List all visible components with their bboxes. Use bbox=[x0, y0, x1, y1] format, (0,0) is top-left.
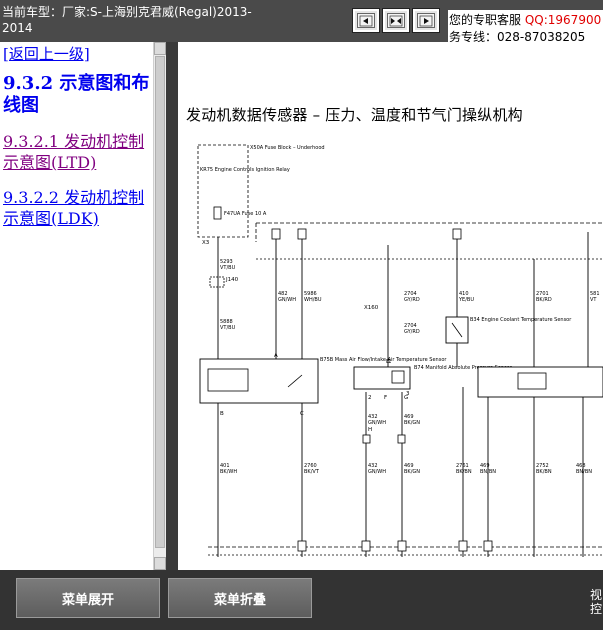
menu-item-label: 9.3.2.1 发动机控制示意图(LTD) bbox=[3, 132, 145, 172]
pin-label: A bbox=[274, 353, 278, 359]
pin-label: 1 bbox=[388, 359, 392, 365]
sidebar-content: [返回上一级] 9.3.2 示意图和布线图 9.3.2.1 发动机控制示意图(L… bbox=[0, 42, 153, 570]
menu-item-ltd-schematic[interactable]: 9.3.2.1 发动机控制示意图(LTD) bbox=[3, 131, 153, 173]
x160-label: X160 bbox=[364, 305, 379, 311]
wire-color: BK/VT bbox=[304, 469, 320, 475]
relay-label: KR75 Engine Controls Ignition Relay bbox=[200, 167, 290, 173]
current-model-title: 当前车型：厂家:S-上海别克君威(Regal)2013-2014 bbox=[2, 5, 252, 35]
wiring-diagram[interactable]: X50A Fuse Block – Underhood KR75 Engine … bbox=[178, 137, 603, 570]
wire-color: GY/RD bbox=[404, 297, 420, 303]
footer-side-text: 视控 bbox=[590, 588, 603, 616]
wire-color: GN/WH bbox=[278, 297, 296, 303]
wire-color: BK/WH bbox=[220, 469, 237, 475]
prev-page-button[interactable] bbox=[352, 8, 380, 33]
fuse-icon bbox=[213, 206, 222, 220]
sidebar-scrollbar[interactable] bbox=[153, 42, 166, 570]
app-window: 当前车型：厂家:S-上海别克君威(Regal)2013-2014 您的专职客服 … bbox=[0, 0, 603, 630]
wire-color: YE/BU bbox=[458, 297, 474, 303]
wire-color: VT bbox=[590, 297, 597, 303]
wire-color: VT/BU bbox=[220, 265, 236, 271]
connector-x3: X3 bbox=[202, 240, 210, 246]
collapse-menu-button[interactable]: 菜单折叠 bbox=[168, 578, 312, 618]
service-label: 您的专职客服 bbox=[449, 13, 522, 27]
j140-box bbox=[209, 276, 225, 288]
scroll-up-icon[interactable] bbox=[154, 42, 166, 55]
scrollbar-thumb[interactable] bbox=[155, 56, 165, 548]
b75b-sensor-box[interactable] bbox=[199, 358, 319, 404]
throttle-module-box[interactable] bbox=[477, 366, 603, 398]
service-qq[interactable]: QQ:1967900 bbox=[525, 13, 601, 27]
arrow-right-icon bbox=[419, 15, 433, 26]
section-heading: 9.3.2 示意图和布线图 bbox=[3, 73, 150, 116]
wire-color: BN/BN bbox=[576, 469, 592, 475]
restore-view-button[interactable] bbox=[382, 8, 410, 33]
arrows-in-icon bbox=[389, 15, 403, 26]
menu-item-ldk-schematic[interactable]: 9.3.2.2 发动机控制示意图(LDK) bbox=[3, 187, 153, 229]
back-link[interactable]: [返回上一级] bbox=[3, 45, 153, 63]
pin-label: C bbox=[300, 411, 304, 417]
wire-color: GY/RD bbox=[404, 329, 420, 335]
b75b-label: B75B Mass Air Flow/Intake Air Temperatur… bbox=[320, 357, 447, 363]
wire-color: BK/GN bbox=[404, 469, 420, 475]
customer-service-panel: 您的专职客服 QQ:1967900 务专线：028-87038205 bbox=[448, 10, 603, 44]
sidebar-menu: [返回上一级] 9.3.2 示意图和布线图 9.3.2.1 发动机控制示意图(L… bbox=[0, 42, 168, 570]
wire-color: WH/BU bbox=[304, 297, 322, 303]
scroll-down-icon[interactable] bbox=[154, 557, 166, 570]
wire-color: BK/RD bbox=[536, 297, 552, 303]
wire-color: BK/BN bbox=[536, 469, 552, 475]
pin-label: 3 bbox=[406, 391, 410, 397]
menu-item-label: 9.3.2.2 发动机控制示意图(LDK) bbox=[3, 188, 145, 228]
b74-sensor-box[interactable] bbox=[353, 366, 411, 390]
fuse-label: F47UA Fuse 10 A bbox=[224, 211, 267, 217]
pin-label: 2 bbox=[368, 395, 372, 401]
mid-connector bbox=[362, 434, 406, 444]
pin-label: B bbox=[220, 411, 224, 417]
connector-pins bbox=[271, 228, 462, 240]
pin-label: F bbox=[384, 395, 387, 401]
fuse-block-box bbox=[197, 144, 249, 238]
wire-color: GN/WH bbox=[368, 469, 386, 475]
wire-color: BK/BN bbox=[456, 469, 472, 475]
j140-label: J140 bbox=[225, 277, 239, 283]
wire-color: BK/GN bbox=[404, 420, 420, 426]
arrow-left-icon bbox=[359, 15, 373, 26]
service-line-qq: 您的专职客服 QQ:1967900 bbox=[449, 12, 601, 28]
header-bar: 当前车型：厂家:S-上海别克君威(Regal)2013-2014 您的专职客服 … bbox=[0, 0, 603, 44]
wire-color: VT/BU bbox=[220, 325, 236, 331]
pin-label: H bbox=[368, 427, 372, 433]
wire-color: GN/WH bbox=[368, 420, 386, 426]
b34-label: B34 Engine Coolant Temperature Sensor bbox=[470, 317, 572, 323]
bottom-connectors bbox=[297, 540, 493, 552]
fuse-block-label: X50A Fuse Block – Underhood bbox=[250, 145, 325, 151]
diagram-title: 发动机数据传感器 – 压力、温度和节气门操纵机构 bbox=[186, 106, 523, 124]
diagram-viewer: 发动机数据传感器 – 压力、温度和节气门操纵机构 X50A Fuse Block… bbox=[174, 42, 603, 570]
next-page-button[interactable] bbox=[412, 8, 440, 33]
expand-menu-button[interactable]: 菜单展开 bbox=[16, 578, 160, 618]
wire-color: BN/BN bbox=[480, 469, 496, 475]
footer-bar: 菜单展开 菜单折叠 视控 bbox=[0, 570, 603, 630]
